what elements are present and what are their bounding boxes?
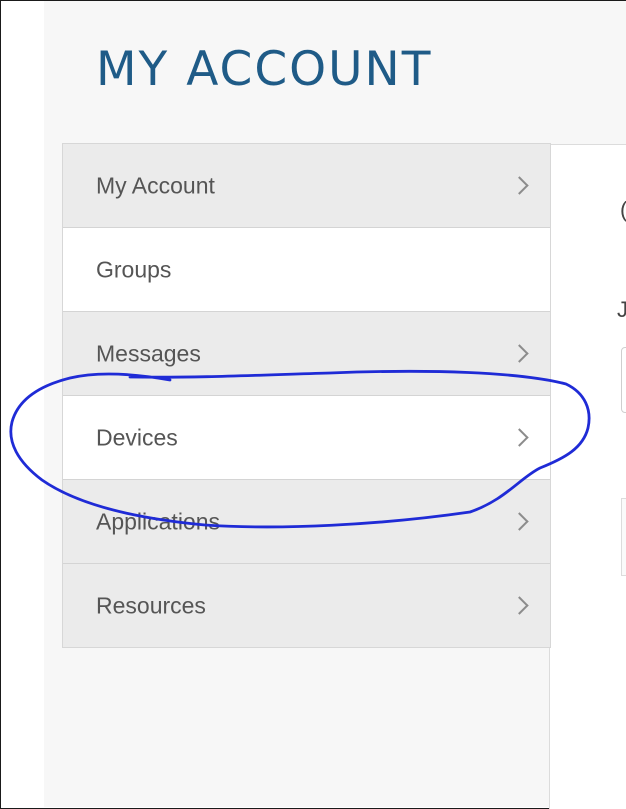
- sidebar-item-label: My Account: [96, 172, 215, 198]
- sidebar-item-messages[interactable]: Messages: [63, 312, 550, 396]
- chevron-right-icon: [510, 343, 529, 363]
- sidebar-nav: My Account Groups Messages Devices Appli…: [62, 143, 551, 648]
- sidebar-item-groups[interactable]: Groups: [63, 228, 550, 312]
- chevron-right-icon: [510, 595, 529, 615]
- chevron-right-icon: [510, 175, 529, 195]
- content-pane: [549, 144, 626, 809]
- content-panel: [621, 498, 626, 576]
- chevron-right-icon: [510, 427, 529, 447]
- sidebar-item-label: Messages: [96, 340, 201, 366]
- sidebar-item-label: Devices: [96, 424, 178, 450]
- sidebar-item-applications[interactable]: Applications: [63, 480, 550, 564]
- page-title: MY ACCOUNT: [96, 42, 433, 97]
- content-clipped-label: J: [617, 297, 626, 322]
- sidebar-item-resources[interactable]: Resources: [63, 564, 550, 647]
- sidebar-item-label: Resources: [96, 592, 206, 618]
- content-clipped-text: (: [620, 197, 626, 223]
- chevron-right-icon: [510, 511, 529, 531]
- sidebar-item-label: Groups: [96, 256, 172, 282]
- sidebar-item-label: Applications: [96, 508, 221, 534]
- sidebar-item-devices[interactable]: Devices: [63, 396, 550, 480]
- content-input-field[interactable]: [621, 347, 626, 413]
- sidebar-item-my-account[interactable]: My Account: [63, 144, 550, 228]
